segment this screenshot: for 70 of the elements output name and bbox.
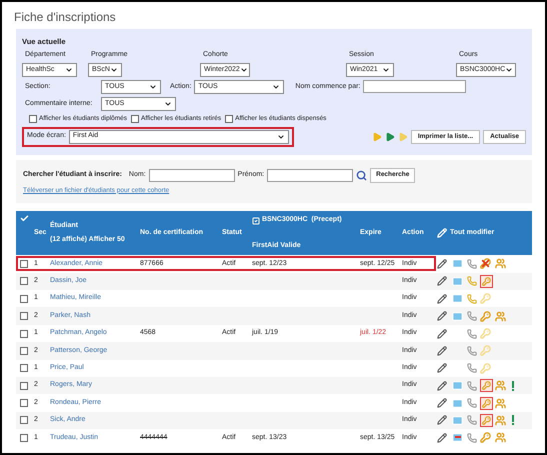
checkbox[interactable]: [20, 346, 28, 355]
key-icon[interactable]: [480, 274, 493, 288]
key-icon[interactable]: [480, 414, 493, 427]
play-icon[interactable]: [384, 132, 395, 142]
users-icon[interactable]: [495, 310, 506, 322]
phone-icon[interactable]: [467, 398, 477, 408]
users-icon[interactable]: [495, 432, 506, 444]
phone-icon[interactable]: [467, 294, 477, 304]
check-icon[interactable]: [20, 214, 29, 224]
phone-icon[interactable]: [467, 346, 477, 356]
caret-icon: [272, 82, 280, 91]
users-icon[interactable]: [495, 398, 506, 409]
page-title: Fiche d'inscriptions: [13, 9, 117, 26]
checkbox[interactable]: [29, 114, 37, 123]
key-icon[interactable]: [480, 310, 491, 322]
first-name-field[interactable]: [267, 168, 354, 182]
phone-icon[interactable]: [467, 432, 477, 443]
checkbox[interactable]: [20, 416, 28, 424]
pencil-icon[interactable]: [437, 380, 447, 391]
phone-icon[interactable]: [467, 311, 477, 322]
phone-icon[interactable]: [467, 415, 477, 426]
pencil-icon[interactable]: [437, 398, 447, 408]
pencil-icon[interactable]: [437, 328, 447, 338]
phone-icon[interactable]: [467, 328, 477, 338]
phone-icon[interactable]: [467, 258, 477, 269]
phone-icon[interactable]: [467, 363, 477, 374]
pencil-icon[interactable]: [437, 346, 447, 356]
last-name-field[interactable]: [148, 168, 235, 182]
checkbox[interactable]: [20, 364, 28, 372]
pencil-icon[interactable]: [437, 258, 447, 269]
key-icon[interactable]: [480, 432, 491, 444]
checkbox[interactable]: [20, 260, 28, 268]
pencil-icon[interactable]: [437, 415, 447, 426]
pencil-icon[interactable]: [437, 276, 447, 286]
checkbox[interactable]: [20, 312, 28, 320]
pencil-icon[interactable]: [437, 294, 447, 304]
mail-icon[interactable]: [452, 398, 463, 409]
search-icon[interactable]: [356, 170, 368, 180]
mail-icon[interactable]: [452, 276, 463, 287]
crossed-key-icon[interactable]: [480, 258, 491, 270]
key-icon[interactable]: [480, 379, 493, 392]
pencil-icon[interactable]: [437, 311, 447, 322]
checkbox[interactable]: [20, 330, 28, 338]
checkbox[interactable]: [20, 277, 28, 286]
caret-icon: [505, 66, 514, 74]
pencil-icon[interactable]: [437, 432, 447, 443]
mail-icon[interactable]: [452, 258, 463, 270]
users-icon[interactable]: [495, 380, 506, 392]
caret-icon: [382, 66, 390, 74]
mail-icon[interactable]: [452, 414, 463, 426]
phone-icon[interactable]: [467, 380, 477, 391]
caret-icon: [240, 66, 248, 74]
caret-icon: [277, 132, 285, 140]
name-field[interactable]: [363, 80, 466, 94]
caret-icon: [65, 66, 73, 74]
checkbox[interactable]: [131, 114, 140, 123]
mail-icon[interactable]: [452, 310, 463, 322]
pencil-icon[interactable]: [437, 363, 447, 374]
users-icon[interactable]: [495, 414, 506, 426]
key-icon[interactable]: [480, 396, 493, 410]
caret-icon: [110, 66, 118, 74]
mail-icon[interactable]: [452, 380, 463, 392]
checkbox[interactable]: [20, 294, 28, 303]
checkbox[interactable]: [225, 114, 234, 123]
checkbox[interactable]: [20, 399, 28, 408]
checkbox[interactable]: [20, 382, 28, 390]
users-icon[interactable]: [495, 258, 506, 270]
mail-icon[interactable]: [452, 293, 463, 304]
phone-icon[interactable]: [467, 276, 477, 286]
checkbox[interactable]: [20, 434, 28, 442]
